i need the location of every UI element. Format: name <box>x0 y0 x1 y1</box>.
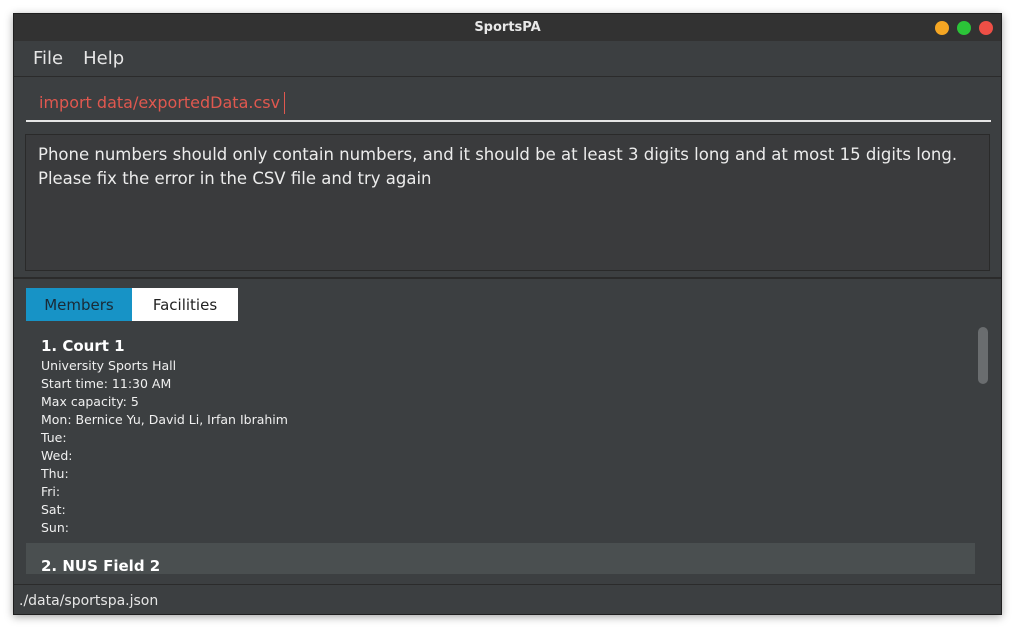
menu-file[interactable]: File <box>33 48 63 69</box>
facility-day-tue: Tue: <box>41 430 67 445</box>
window-title: SportsPA <box>474 20 541 35</box>
status-bar: ./data/sportspa.json <box>14 584 1001 614</box>
result-line: Please fix the error in the CSV file and… <box>38 169 432 188</box>
facility-list[interactable]: 1. Court 1 University Sports Hall Start … <box>26 323 975 574</box>
facility-start-time: Start time: 11:30 AM <box>41 376 172 391</box>
tab-bar: Members Facilities <box>26 288 238 321</box>
title-bar: SportsPA <box>14 14 1001 41</box>
result-line: Phone numbers should only contain number… <box>38 145 958 164</box>
status-file-path: ./data/sportspa.json <box>19 592 159 609</box>
facility-title: 2. NUS Field 2 <box>41 557 161 574</box>
command-box[interactable] <box>26 89 991 122</box>
facility-day-thu: Thu: <box>41 466 69 481</box>
menu-bar: File Help <box>14 41 1001 77</box>
list-item[interactable]: 2. NUS Field 2 <box>26 543 975 574</box>
facility-day-mon: Mon: Bernice Yu, David Li, Irfan Ibrahim <box>41 412 288 427</box>
list-item[interactable]: 1. Court 1 University Sports Hall Start … <box>26 323 975 543</box>
tab-members[interactable]: Members <box>26 288 132 321</box>
app-window: SportsPA File Help Phone numbers should … <box>13 13 1002 615</box>
tab-facilities[interactable]: Facilities <box>132 288 238 321</box>
panel-divider[interactable] <box>14 277 1001 279</box>
menu-help[interactable]: Help <box>83 48 124 69</box>
facility-day-sun: Sun: <box>41 520 69 535</box>
result-display: Phone numbers should only contain number… <box>25 134 990 271</box>
list-scrollbar[interactable] <box>978 327 988 384</box>
close-icon[interactable] <box>979 21 993 35</box>
facility-title: 1. Court 1 <box>41 337 125 355</box>
window-controls <box>935 21 993 35</box>
maximize-icon[interactable] <box>957 21 971 35</box>
text-caret <box>284 92 285 114</box>
facility-location: University Sports Hall <box>41 358 177 373</box>
command-input[interactable] <box>39 93 939 112</box>
minimize-icon[interactable] <box>935 21 949 35</box>
facility-capacity: Max capacity: 5 <box>41 394 139 409</box>
facility-day-sat: Sat: <box>41 502 66 517</box>
facility-day-fri: Fri: <box>41 484 61 499</box>
facility-day-wed: Wed: <box>41 448 73 463</box>
